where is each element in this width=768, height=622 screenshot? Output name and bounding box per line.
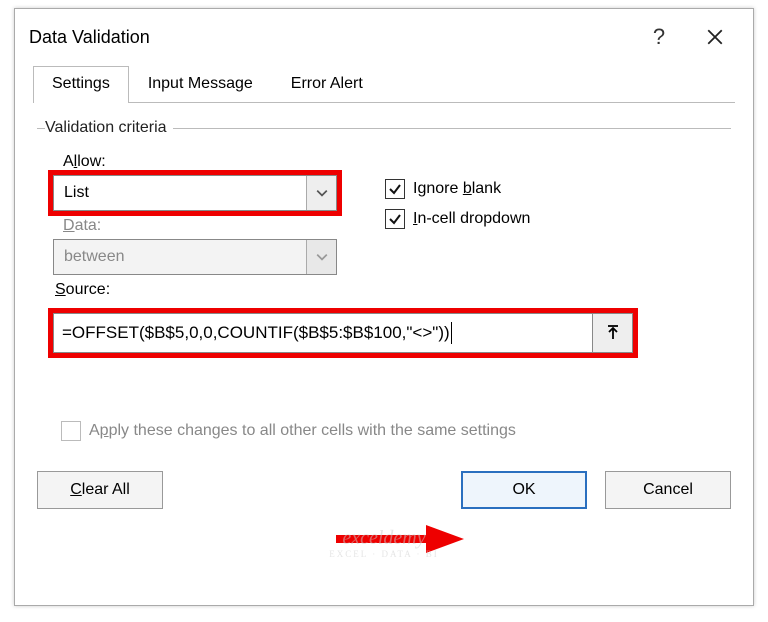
criteria-row: Allow: List Data: between — [45, 147, 723, 275]
in-cell-dropdown-label: In-cell dropdown — [413, 210, 530, 228]
chevron-down-icon — [316, 253, 328, 261]
clear-all-button[interactable]: Clear All — [37, 471, 163, 509]
source-input[interactable]: =OFFSET($B$5,0,0,COUNTIF($B$5:$B$100,"<>… — [53, 313, 593, 353]
dialog-title: Data Validation — [29, 27, 631, 48]
ignore-blank-label: Ignore blank — [413, 180, 501, 198]
source-value: =OFFSET($B$5,0,0,COUNTIF($B$5:$B$100,"<>… — [62, 323, 450, 343]
tab-bar: Settings Input Message Error Alert — [33, 65, 735, 103]
data-validation-dialog: Data Validation ? Settings Input Message… — [14, 8, 754, 606]
criteria-left: Allow: List Data: between — [45, 147, 365, 275]
apply-to-others-checkbox: Apply these changes to all other cells w… — [61, 421, 723, 441]
dialog-body: Settings Input Message Error Alert Valid… — [15, 65, 753, 523]
help-button[interactable]: ? — [631, 9, 687, 65]
button-row: Clear All OK Cancel — [33, 471, 735, 509]
criteria-legend: Validation criteria — [45, 119, 173, 137]
in-cell-dropdown-checkbox[interactable]: In-cell dropdown — [385, 209, 530, 229]
data-value: between — [54, 248, 306, 266]
close-icon — [706, 28, 724, 46]
range-select-icon — [605, 325, 621, 341]
allow-value: List — [54, 184, 306, 202]
checkbox-checked-icon — [385, 209, 405, 229]
data-label: Data: — [63, 217, 365, 235]
source-label: Source: — [55, 281, 723, 299]
chevron-down-icon — [316, 189, 328, 197]
checkbox-checked-icon — [385, 179, 405, 199]
collapse-dialog-button[interactable] — [593, 313, 633, 353]
source-field: =OFFSET($B$5,0,0,COUNTIF($B$5:$B$100,"<>… — [53, 313, 633, 353]
cancel-button[interactable]: Cancel — [605, 471, 731, 509]
text-caret — [451, 322, 452, 344]
titlebar: Data Validation ? — [15, 9, 753, 65]
allow-combo[interactable]: List — [53, 175, 337, 211]
close-button[interactable] — [687, 9, 743, 65]
allow-dropdown-button[interactable] — [306, 176, 336, 210]
spacer — [163, 471, 443, 509]
source-group: =OFFSET($B$5,0,0,COUNTIF($B$5:$B$100,"<>… — [53, 313, 633, 353]
validation-criteria-group: Validation criteria Allow: List Data: — [37, 119, 731, 441]
tab-settings[interactable]: Settings — [33, 66, 129, 103]
tab-input-message[interactable]: Input Message — [129, 66, 272, 103]
criteria-right: Ignore blank In-cell dropdown — [365, 147, 530, 275]
allow-label: Allow: — [63, 153, 365, 171]
data-combo: between — [53, 239, 337, 275]
data-dropdown-button — [306, 240, 336, 274]
checkbox-unchecked-icon — [61, 421, 81, 441]
ok-button[interactable]: OK — [461, 471, 587, 509]
apply-to-others-label: Apply these changes to all other cells w… — [89, 422, 516, 440]
tab-error-alert[interactable]: Error Alert — [272, 66, 382, 103]
ignore-blank-checkbox[interactable]: Ignore blank — [385, 179, 530, 199]
